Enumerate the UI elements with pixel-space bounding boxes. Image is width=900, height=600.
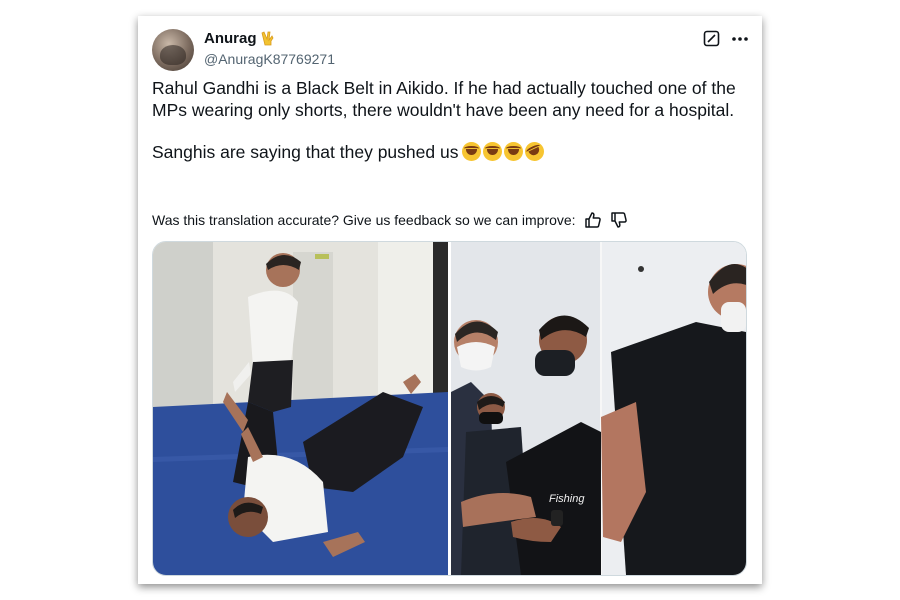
translation-feedback: Was this translation accurate? Give us f… bbox=[152, 211, 628, 229]
translation-feedback-prompt: Was this translation accurate? Give us f… bbox=[152, 212, 576, 228]
aikido-photo-illustration bbox=[153, 242, 448, 575]
shirt-print-text: Fishing bbox=[549, 493, 585, 505]
rolling-laughing-emoji-icon bbox=[522, 138, 548, 165]
group-masks-photo[interactable]: Fishing bbox=[451, 242, 746, 575]
thumbs-up-icon[interactable] bbox=[584, 211, 602, 229]
author-row: Anurag bbox=[204, 30, 275, 47]
more-options-icon[interactable] bbox=[730, 30, 750, 47]
author-handle[interactable]: @AnuragK87769271 bbox=[204, 51, 335, 67]
avatar[interactable] bbox=[152, 29, 194, 71]
tweet-card: Anurag @AnuragK87769271 Rahul Gandhi is … bbox=[138, 16, 762, 584]
tweet-media[interactable]: Fishing bbox=[152, 241, 747, 576]
tweet-paragraph-1: Rahul Gandhi is a Black Belt in Aikido. … bbox=[152, 78, 736, 120]
tears-of-joy-emoji-icon bbox=[483, 142, 503, 161]
author-display-name[interactable]: Anurag bbox=[204, 30, 257, 47]
tweet-paragraph-2-text: Sanghis are saying that they pushed us bbox=[152, 142, 459, 162]
group-masks-photo-illustration: Fishing bbox=[451, 242, 746, 575]
tweet-text: Rahul Gandhi is a Black Belt in Aikido. … bbox=[152, 78, 752, 165]
victory-hand-icon bbox=[261, 30, 273, 45]
emoji-group bbox=[460, 138, 548, 165]
aikido-photo[interactable] bbox=[153, 242, 448, 575]
tears-of-joy-emoji-icon bbox=[504, 142, 524, 161]
grok-icon[interactable] bbox=[703, 30, 720, 47]
thumbs-down-icon[interactable] bbox=[610, 211, 628, 229]
tweet-paragraph-2: Sanghis are saying that they pushed us bbox=[152, 138, 752, 165]
tears-of-joy-emoji-icon bbox=[462, 142, 482, 161]
